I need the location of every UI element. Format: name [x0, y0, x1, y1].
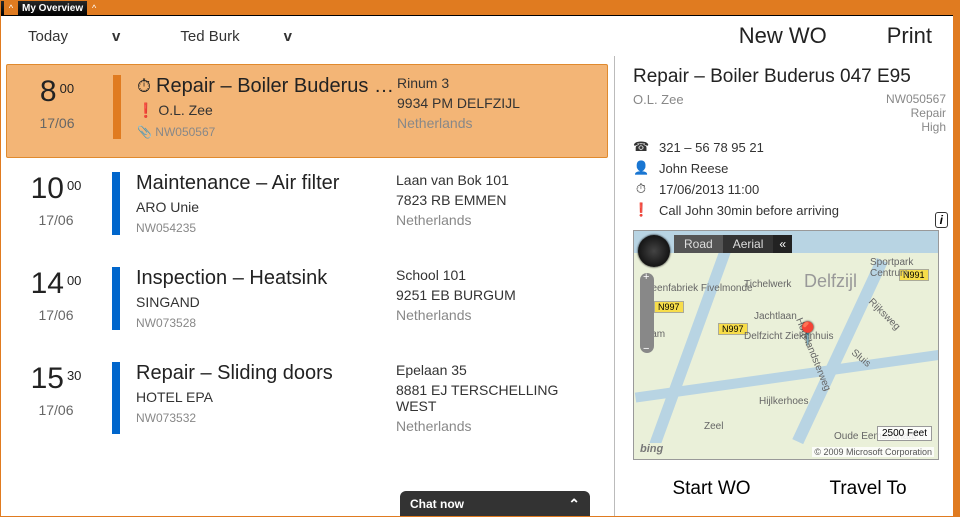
detail-title: Repair – Boiler Buderus 047 E95 — [633, 66, 946, 88]
print-button[interactable]: Print — [887, 23, 932, 49]
appt-info: Inspection – Heatsink SINGAND NW073528 — [136, 267, 396, 330]
chevron-down-icon: v — [284, 28, 292, 45]
appt-info: Repair – Sliding doors HOTEL EPA NW07353… — [136, 362, 396, 434]
corner-handle[interactable] — [101, 1, 956, 15]
clock-icon: ⏱ — [633, 181, 649, 197]
map-city-label: Delfzijl — [804, 271, 857, 292]
appt-time: 800 17/06 — [17, 75, 97, 139]
detail-datetime: 17/06/2013 11:00 — [659, 182, 759, 197]
period-selector[interactable]: Today v — [28, 28, 120, 45]
detail-note: Call John 30min before arriving — [659, 203, 839, 218]
map-label: Steenfabriek Fivelmonde — [642, 283, 753, 294]
map-label: Tichelwerk — [744, 279, 791, 290]
appt-wo: NW073532 — [136, 411, 396, 425]
appt-info: Maintenance – Air filter ARO Unie NW0542… — [136, 172, 396, 235]
map-label: Sportpark Centrum — [870, 257, 938, 279]
map-pin-icon: 📍 — [794, 321, 821, 347]
appt-address: Epelaan 35 8881 EJ TERSCHELLING WEST Net… — [396, 362, 588, 434]
appointment-item[interactable]: 800 17/06 Repair – Boiler Buderus … ❗ O.… — [6, 64, 608, 158]
appt-wo: NW073528 — [136, 316, 396, 330]
appt-info: Repair – Boiler Buderus … ❗ O.L. Zee 📎 N… — [137, 75, 397, 139]
start-wo-button[interactable]: Start WO — [672, 478, 750, 500]
appt-address: School 101 9251 EB BURGUM Netherlands — [396, 267, 588, 330]
compass-icon[interactable] — [638, 235, 670, 267]
detail-actions: Start WO Travel To — [633, 478, 946, 500]
category-bar — [112, 362, 120, 434]
appt-wo: 📎 NW050567 — [137, 125, 397, 139]
map-container: i Delfzijl N997 N991 N997 Steenfabriek F… — [633, 230, 946, 460]
map-scale: 2500 Feet — [877, 426, 932, 441]
info-icon[interactable]: i — [935, 212, 948, 228]
appointment-item[interactable]: 1000 17/06 Maintenance – Air filter ARO … — [6, 162, 608, 253]
alert-icon: ❗ — [137, 102, 158, 118]
phone-icon: ☎ — [633, 139, 649, 155]
chat-label: Chat now — [410, 497, 464, 511]
appt-time: 1400 17/06 — [16, 267, 96, 330]
appt-customer: ❗ O.L. Zee — [137, 102, 397, 119]
appt-address: Rinum 3 9934 PM DELFZIJL Netherlands — [397, 75, 587, 139]
travel-to-button[interactable]: Travel To — [829, 478, 906, 500]
zoom-slider[interactable] — [640, 273, 654, 353]
appt-customer: SINGAND — [136, 294, 396, 310]
map-label: Hijlkerhoes — [759, 396, 808, 407]
collapse-tabs-icon[interactable]: « — [773, 235, 792, 253]
chevron-down-icon: v — [112, 28, 120, 45]
detail-priority: High — [886, 120, 946, 134]
map-brand: bing — [640, 443, 663, 455]
detail-panel: Repair – Boiler Buderus 047 E95 O.L. Zee… — [615, 56, 960, 517]
appt-title: Repair – Boiler Buderus … — [137, 75, 397, 98]
toolbar: Today v Ted Burk v New WO Print — [0, 16, 960, 56]
person-label: Ted Burk — [180, 28, 239, 45]
category-bar — [112, 172, 120, 235]
collapse-right-icon[interactable]: ^ — [87, 1, 101, 15]
person-selector[interactable]: Ted Burk v — [180, 28, 292, 45]
period-label: Today — [28, 28, 68, 45]
appt-customer: HOTEL EPA — [136, 389, 396, 405]
collapse-left-icon[interactable]: ^ — [4, 1, 18, 15]
tab-aerial[interactable]: Aerial — [723, 235, 774, 253]
appt-title: Inspection – Heatsink — [136, 267, 396, 290]
route-badge: N997 — [654, 301, 684, 313]
chevron-up-icon: ⌃ — [568, 496, 580, 513]
detail-phone: 321 – 56 78 95 21 — [659, 140, 764, 155]
tab-road[interactable]: Road — [674, 235, 723, 253]
new-wo-button[interactable]: New WO — [739, 23, 827, 49]
detail-contact: John Reese — [659, 161, 728, 176]
chat-widget[interactable]: Chat now ⌃ — [400, 491, 590, 517]
detail-type: Repair — [886, 106, 946, 120]
window-title: My Overview — [22, 3, 83, 14]
map-label: Jachtlaan — [754, 311, 797, 322]
alert-icon: ❗ — [633, 202, 649, 218]
map-view-tabs: Road Aerial « — [674, 235, 792, 253]
appt-address: Laan van Bok 101 7823 RB EMMEN Netherlan… — [396, 172, 588, 235]
appt-wo: NW054235 — [136, 221, 396, 235]
appt-customer: ARO Unie — [136, 199, 396, 215]
content: 800 17/06 Repair – Boiler Buderus … ❗ O.… — [0, 56, 960, 517]
map[interactable]: Delfzijl N997 N991 N997 Steenfabriek Fiv… — [633, 230, 939, 460]
appt-title: Maintenance – Air filter — [136, 172, 396, 195]
appointment-item[interactable]: 1530 17/06 Repair – Sliding doors HOTEL … — [6, 352, 608, 452]
map-label: Zeel — [704, 421, 723, 432]
category-bar — [113, 75, 121, 139]
appt-title: Repair – Sliding doors — [136, 362, 396, 385]
appointment-item[interactable]: 1400 17/06 Inspection – Heatsink SINGAND… — [6, 257, 608, 348]
appt-time: 1000 17/06 — [16, 172, 96, 235]
map-copyright: © 2009 Microsoft Corporation — [812, 447, 934, 457]
person-icon: 👤 — [633, 160, 649, 176]
detail-customer: O.L. Zee — [633, 92, 684, 134]
attach-icon: 📎 — [137, 125, 155, 139]
window-titlebar: ^ My Overview ^ — [0, 0, 960, 16]
detail-wo: NW050567 — [886, 92, 946, 106]
appt-time: 1530 17/06 — [16, 362, 96, 434]
appointment-list: 800 17/06 Repair – Boiler Buderus … ❗ O.… — [0, 56, 615, 517]
category-bar — [112, 267, 120, 330]
map-label: Rijksweg — [866, 296, 902, 332]
